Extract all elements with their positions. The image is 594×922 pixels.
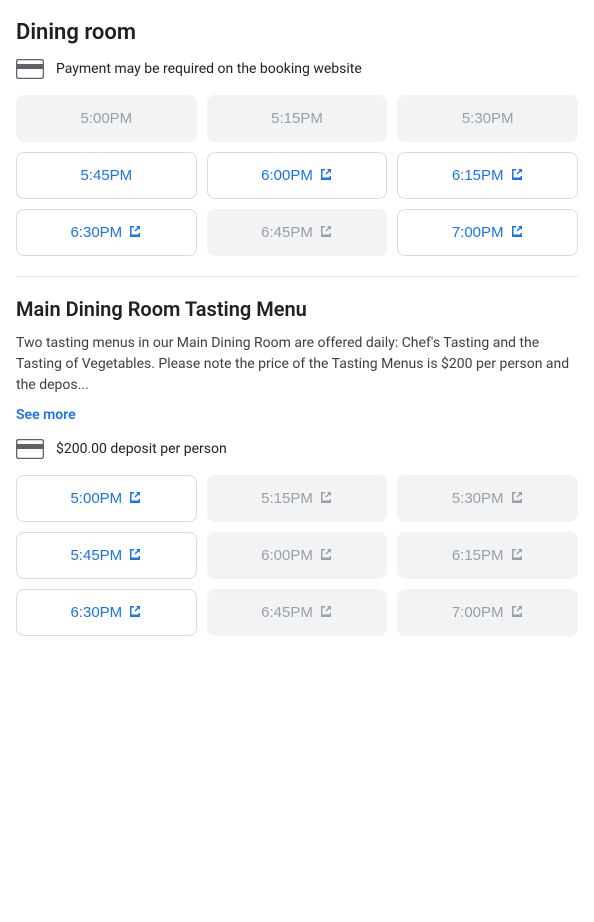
external-link-icon <box>128 547 142 564</box>
external-link-icon <box>319 167 333 184</box>
dining-room-title: Dining room <box>16 20 578 45</box>
time-slot-630pm-s2[interactable]: 6:30PM <box>16 589 197 636</box>
deposit-notice: $200.00 deposit per person <box>16 439 578 459</box>
time-slot-615pm-s2[interactable]: 6:15PM <box>397 532 578 579</box>
time-slot-600pm-s1[interactable]: 6:00PM <box>207 152 388 199</box>
time-slot-630pm-s1[interactable]: 6:30PM <box>16 209 197 256</box>
time-slot-530pm-s1[interactable]: 5:30PM <box>397 95 578 142</box>
section-divider <box>16 276 578 277</box>
time-slot-645pm-s1[interactable]: 6:45PM <box>207 209 388 256</box>
time-slot-500pm-s1[interactable]: 5:00PM <box>16 95 197 142</box>
tasting-menu-title: Main Dining Room Tasting Menu <box>16 297 578 321</box>
external-link-icon <box>128 604 142 621</box>
external-link-icon <box>510 490 524 507</box>
external-link-icon <box>319 604 333 621</box>
time-slot-600pm-s2[interactable]: 6:00PM <box>207 532 388 579</box>
time-slot-515pm-s1[interactable]: 5:15PM <box>207 95 388 142</box>
see-more-link[interactable]: See more <box>16 407 76 423</box>
tasting-menu-description: Two tasting menus in our Main Dining Roo… <box>16 333 578 396</box>
time-slot-645pm-s2[interactable]: 6:45PM <box>207 589 388 636</box>
time-slot-615pm-s1[interactable]: 6:15PM <box>397 152 578 199</box>
time-slot-530pm-s2[interactable]: 5:30PM <box>397 475 578 522</box>
external-link-icon <box>510 604 524 621</box>
external-link-icon <box>510 167 524 184</box>
external-link-icon <box>319 547 333 564</box>
section1-time-grid: 5:00PM 5:15PM 5:30PM 5:45PM 6:00PM 6:15P… <box>16 95 578 256</box>
external-link-icon <box>510 224 524 241</box>
credit-card-icon <box>16 59 44 79</box>
external-link-icon <box>510 547 524 564</box>
external-link-icon <box>128 224 142 241</box>
external-link-icon <box>319 490 333 507</box>
external-link-icon <box>319 224 333 241</box>
payment-notice-text: Payment may be required on the booking w… <box>56 61 362 77</box>
section2-time-grid: 5:00PM 5:15PM 5:30PM 5:45PM <box>16 475 578 636</box>
external-link-icon <box>128 490 142 507</box>
time-slot-545pm-s1[interactable]: 5:45PM <box>16 152 197 199</box>
time-slot-700pm-s2[interactable]: 7:00PM <box>397 589 578 636</box>
deposit-notice-text: $200.00 deposit per person <box>56 441 227 457</box>
time-slot-700pm-s1[interactable]: 7:00PM <box>397 209 578 256</box>
time-slot-500pm-s2[interactable]: 5:00PM <box>16 475 197 522</box>
time-slot-515pm-s2[interactable]: 5:15PM <box>207 475 388 522</box>
credit-card-icon-2 <box>16 439 44 459</box>
time-slot-545pm-s2[interactable]: 5:45PM <box>16 532 197 579</box>
payment-notice: Payment may be required on the booking w… <box>16 59 578 79</box>
